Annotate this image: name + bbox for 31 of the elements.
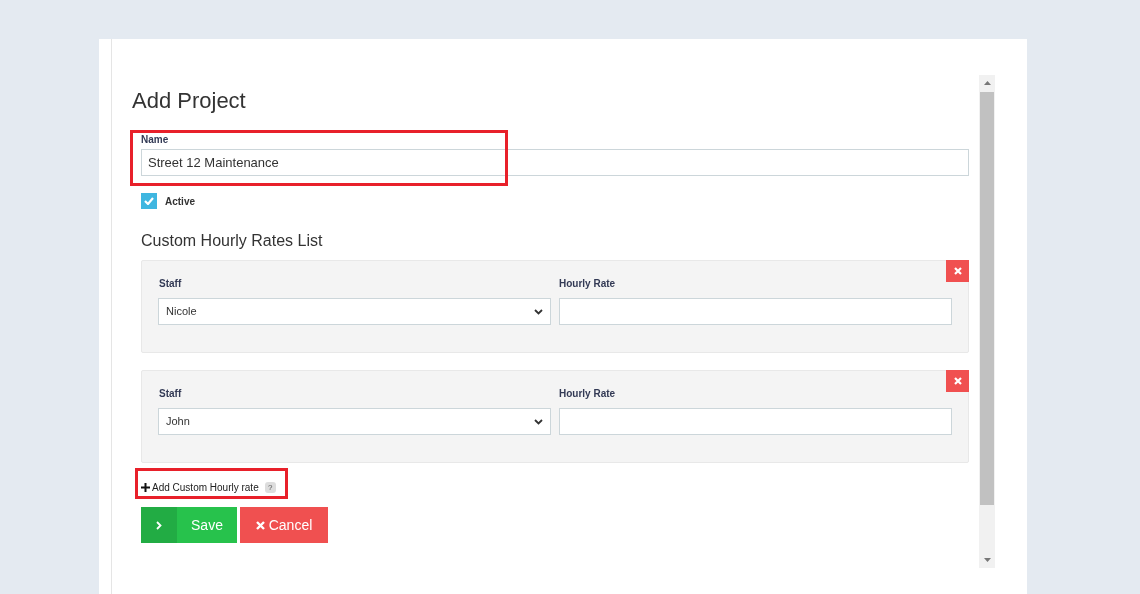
cancel-button[interactable]: Cancel xyxy=(240,507,328,543)
field-label: Staff xyxy=(159,388,183,400)
checkbox-label: Active xyxy=(165,194,195,209)
page-title: Add Project xyxy=(132,88,247,114)
close-icon xyxy=(953,377,962,385)
scroll-thumb[interactable] xyxy=(980,92,994,505)
check-icon xyxy=(144,197,154,205)
scrollbar[interactable] xyxy=(979,75,995,568)
staff-dropdown[interactable]: Nicole xyxy=(158,298,551,325)
caret-icon xyxy=(534,418,543,425)
scroll-up-icon[interactable] xyxy=(983,81,991,85)
field-label: Name xyxy=(141,134,170,146)
staff-dropdown[interactable]: John xyxy=(158,408,551,435)
field-label: Staff xyxy=(159,278,183,290)
scroll-down-icon[interactable] xyxy=(983,558,991,562)
chevron-icon xyxy=(156,520,162,530)
delete-button[interactable] xyxy=(946,370,969,392)
plus-icon xyxy=(141,483,150,492)
delete-button[interactable] xyxy=(946,260,969,282)
field-label: Hourly Rate xyxy=(559,388,617,400)
name-field[interactable]: Street 12 Maintenance xyxy=(141,149,969,176)
close-icon xyxy=(255,520,265,530)
active-checkbox[interactable] xyxy=(141,193,157,209)
rate-field[interactable] xyxy=(559,298,952,325)
rate-field[interactable] xyxy=(559,408,952,435)
caret-icon xyxy=(534,308,543,315)
add-rate-link[interactable]: Add Custom Hourly rate xyxy=(152,480,259,495)
close-icon xyxy=(953,267,962,275)
help-badge[interactable]: ? xyxy=(264,482,276,493)
section-heading: Custom Hourly Rates List xyxy=(141,231,324,251)
field-label: Hourly Rate xyxy=(559,278,617,290)
